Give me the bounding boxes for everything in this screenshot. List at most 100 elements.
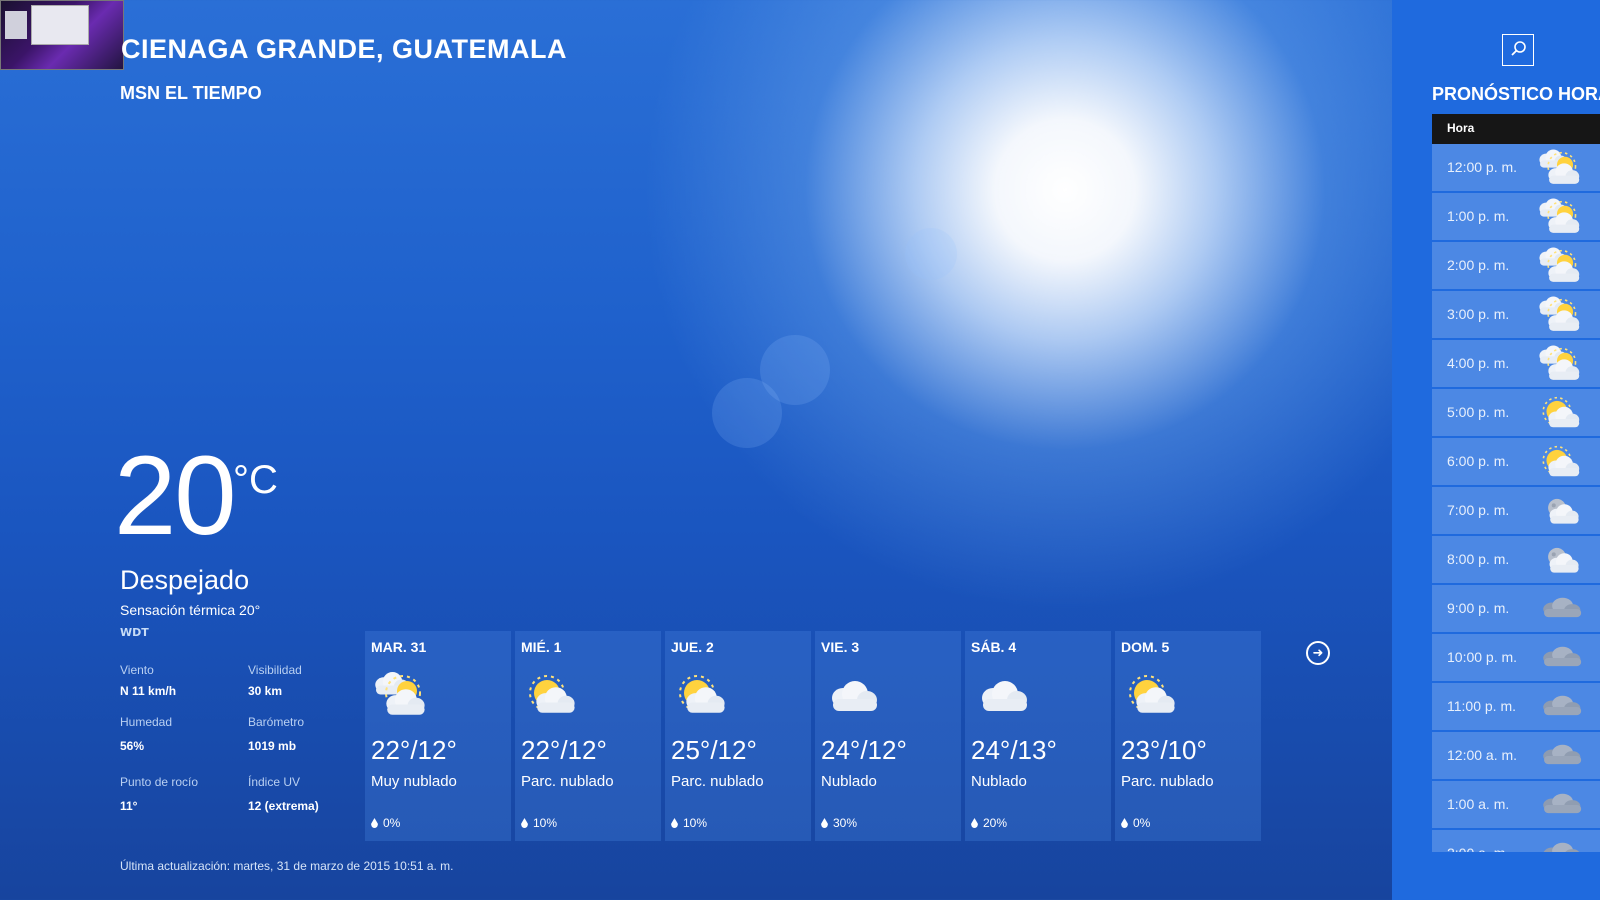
day-card[interactable]: DOM. 5 23°/10° Parc. nublado 0% [1115,631,1261,841]
lens-flare [712,378,782,448]
search-icon [1511,41,1526,56]
partly-cloudy-icon [1536,342,1586,386]
hour-row[interactable]: 1:00 a. m. [1432,781,1600,828]
hour-row[interactable]: 9:00 p. m. [1432,585,1600,632]
hour-row[interactable]: 12:00 p. m. [1432,144,1600,191]
hour-time: 9:00 p. m. [1447,600,1510,616]
partly-cloudy-icon [1536,244,1586,288]
sun-cloud-icon [1121,669,1183,721]
hour-time: 10:00 p. m. [1447,649,1518,665]
day-name: DOM. 5 [1121,639,1170,655]
hour-time: 8:00 p. m. [1447,551,1510,567]
raindrop-icon [371,818,378,828]
precipitation: 10% [521,816,557,830]
overcast-icon [1536,832,1586,852]
sun-cloud-icon [1536,440,1586,484]
day-card[interactable]: MAR. 31 22°/12° Muy nublado 0% [365,631,511,841]
day-card[interactable]: SÁB. 4 24°/13° Nublado 20% [965,631,1111,841]
hour-row[interactable]: 11:00 p. m. [1432,683,1600,730]
day-card[interactable]: JUE. 2 25°/12° Parc. nublado 10% [665,631,811,841]
dewpoint-label: Punto de rocío [120,775,199,789]
hour-time: 6:00 p. m. [1447,453,1510,469]
hour-row[interactable]: 5:00 p. m. [1432,389,1600,436]
visibility-label: Visibilidad [248,663,302,677]
location-title: CIENAGA GRANDE, GUATEMALA [121,34,567,64]
raindrop-icon [1121,818,1128,828]
hourly-forecast-title: PRONÓSTICO HORA [1432,84,1600,104]
last-updated: Última actualización: martes, 31 de marz… [120,859,454,873]
hour-column-header: Hora [1432,114,1600,144]
day-card[interactable]: VIE. 3 24°/12° Nublado 30% [815,631,961,841]
daily-forecast: MAR. 31 22°/12° Muy nublado 0% MIÉ. 1 22°/12°… [365,631,1261,841]
hour-row[interactable]: 4:00 p. m. [1432,340,1600,387]
precipitation-chance: 10% [533,816,558,830]
moon-cloud-icon [1536,538,1586,582]
day-temperature: 22°/12° [521,735,607,765]
hour-row[interactable]: 12:00 a. m. [1432,732,1600,779]
lens-flare [905,228,957,280]
raindrop-icon [821,818,828,828]
precipitation-chance: 0% [383,816,401,830]
hour-row[interactable]: 7:00 p. m. [1432,487,1600,534]
humidity-value: 56% [120,739,145,753]
moon-cloud-icon [1536,489,1586,533]
barometer-label: Barómetro [248,715,305,729]
uv-index-label: Índice UV [248,775,301,789]
hour-time: 7:00 p. m. [1447,502,1510,518]
hour-time: 2:00 p. m. [1447,257,1510,273]
barometer-value: 1019 mb [248,739,297,753]
feels-like: Sensación térmica 20° [120,602,261,618]
hour-row[interactable]: 10:00 p. m. [1432,634,1600,681]
precipitation-chance: 20% [983,816,1008,830]
day-name: SÁB. 4 [971,639,1017,655]
day-condition: Nublado [821,773,877,790]
partly-cloudy-icon [371,669,433,721]
sun-cloud-icon [671,669,733,721]
raindrop-icon [971,818,978,828]
day-name: JUE. 2 [671,639,714,655]
hour-row[interactable]: 8:00 p. m. [1432,536,1600,583]
day-temperature: 23°/10° [1121,735,1207,765]
hour-row[interactable]: 3:00 p. m. [1432,291,1600,338]
hour-row[interactable]: 6:00 p. m. [1432,438,1600,485]
day-temperature: 25°/12° [671,735,757,765]
precipitation: 30% [821,816,857,830]
precipitation: 0% [371,816,400,830]
hour-row[interactable]: 2:00 p. m. [1432,242,1600,289]
hour-time: 2:00 a. m. [1447,845,1509,852]
hour-time: 4:00 p. m. [1447,355,1510,371]
overcast-icon [1536,636,1586,680]
sun-cloud-icon [521,669,583,721]
hour-time: 12:00 p. m. [1447,159,1518,175]
wind-value: N 11 km/h [120,684,177,698]
hour-row[interactable]: 1:00 p. m. [1432,193,1600,240]
hour-row[interactable]: 2:00 a. m. [1432,830,1600,852]
hour-time: 3:00 p. m. [1447,306,1510,322]
hourly-forecast-panel: PRONÓSTICO HORA Hora 12:00 p. m. 1:00 p. … [1392,0,1600,900]
search-button[interactable] [1502,34,1534,66]
uv-index-value: 12 (extrema) [248,799,319,813]
app-name[interactable]: MSN EL TIEMPO [120,83,262,104]
app-switcher-thumbnail[interactable] [0,0,124,70]
temperature-unit-toggle[interactable]: °C [233,458,278,503]
wind-label: Viento [120,663,154,677]
overcast-icon [1536,685,1586,729]
day-temperature: 24°/12° [821,735,907,765]
sun-cloud-icon [1536,391,1586,435]
precipitation-chance: 10% [683,816,708,830]
precipitation: 20% [971,816,1007,830]
thumbnail-window [5,11,27,39]
partly-cloudy-icon [1536,195,1586,239]
next-days-arrow-icon[interactable]: ➜ [1306,641,1330,665]
precipitation: 0% [1121,816,1150,830]
day-condition: Muy nublado [371,773,457,790]
day-card[interactable]: MIÉ. 1 22°/12° Parc. nublado 10% [515,631,661,841]
raindrop-icon [521,818,528,828]
day-name: MIÉ. 1 [521,639,562,655]
day-condition: Nublado [971,773,1027,790]
cloud-icon [821,669,883,721]
data-provider[interactable]: WDT [120,626,149,639]
precipitation: 10% [671,816,707,830]
day-temperature: 22°/12° [371,735,457,765]
hourly-list[interactable]: 12:00 p. m. 1:00 p. m. 2:00 p. m. 3:00 p. m… [1432,144,1600,852]
